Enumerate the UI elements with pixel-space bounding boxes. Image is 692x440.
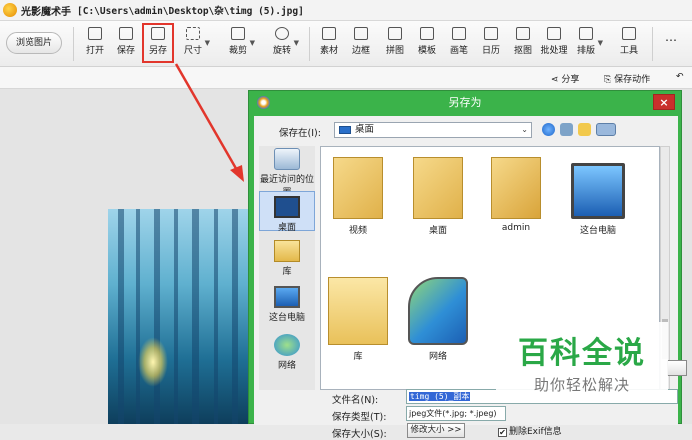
file-item-admin[interactable]: admin <box>481 157 551 233</box>
place-libraries[interactable]: 库 <box>259 240 315 278</box>
libraries-icon <box>274 240 300 262</box>
view-menu-icon[interactable] <box>596 123 616 136</box>
network-icon <box>274 334 300 356</box>
file-item-network[interactable]: 网络 <box>403 277 473 362</box>
place-desktop[interactable]: 桌面 <box>259 191 315 233</box>
back-icon[interactable] <box>542 123 555 136</box>
new-folder-icon[interactable] <box>578 123 591 136</box>
filetype-label: 保存类型(T): <box>332 412 387 423</box>
place-recent[interactable]: 最近访问的位置 <box>259 148 315 198</box>
file-item-videos[interactable]: 视频 <box>323 157 393 236</box>
app-icon <box>257 96 270 109</box>
computer-icon <box>274 286 300 308</box>
video-folder-icon <box>333 157 383 219</box>
place-network[interactable]: 网络 <box>259 334 315 372</box>
desktop-folder-icon <box>339 126 351 134</box>
places-bar: 最近访问的位置 桌面 库 这台电脑 网络 <box>259 146 315 390</box>
libraries-folder-icon <box>328 277 388 345</box>
watermark-subtitle: 助你轻松解决 <box>533 376 630 394</box>
filename-label: 文件名(N): <box>332 395 379 406</box>
navigation-buttons <box>542 122 622 138</box>
desktop-folder-icon <box>413 157 463 219</box>
remove-exif-checkbox[interactable]: ✔ 删除Exif信息 <box>498 424 562 437</box>
file-item-this-pc[interactable]: 这台电脑 <box>563 157 633 236</box>
save-in-label: 保存在(I): <box>279 128 321 139</box>
place-this-pc[interactable]: 这台电脑 <box>259 286 315 324</box>
filetype-select[interactable]: jpeg文件(*.jpg; *.jpeg) <box>406 406 506 421</box>
desktop-icon <box>274 196 300 218</box>
close-button[interactable]: × <box>653 94 675 110</box>
file-item-desktop[interactable]: 桌面 <box>403 157 473 236</box>
save-size-label: 保存大小(S): <box>332 429 387 440</box>
save-in-dropdown[interactable]: 桌面 ⌄ <box>334 122 532 138</box>
file-item-libraries[interactable]: 库 <box>323 277 393 362</box>
user-folder-icon <box>491 157 541 219</box>
modify-size-button[interactable]: 修改大小 >> <box>407 423 465 438</box>
partial-button[interactable] <box>667 360 687 376</box>
chevron-down-icon: ⌄ <box>521 125 528 134</box>
dialog-title: 另存为 <box>448 96 482 109</box>
up-folder-icon[interactable] <box>560 123 573 136</box>
computer-icon <box>571 163 625 219</box>
checkmark-icon: ✔ <box>498 428 507 437</box>
watermark: 百科全说 助你轻松解决 <box>496 322 668 402</box>
recent-places-icon <box>274 148 300 170</box>
network-icon <box>408 277 468 345</box>
watermark-title: 百科全说 <box>518 336 646 371</box>
